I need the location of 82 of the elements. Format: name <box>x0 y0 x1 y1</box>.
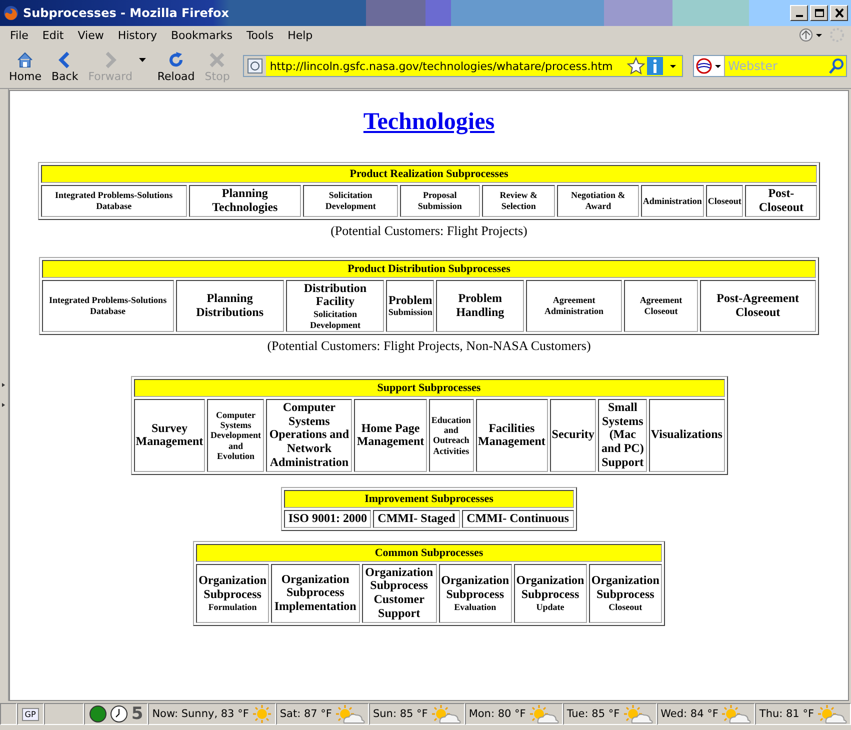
table-cell: Agreement Closeout <box>624 280 698 332</box>
table-cell: CMMI- Continuous <box>462 510 574 528</box>
table-cell: Survey Management <box>134 398 206 472</box>
table-cell: Negotiation & Award <box>557 185 639 217</box>
site-icon <box>246 58 263 74</box>
table-cell: Organization Subprocess Closeout <box>588 564 662 623</box>
table-cell: Problem Handling <box>436 280 524 332</box>
table-cell: Problem Submission <box>386 280 434 332</box>
count-label: 5 <box>131 704 144 724</box>
table-cell: Organization Subprocess Customer Support <box>362 564 437 623</box>
window-title: Subprocesses - Mozilla Firefox <box>23 6 230 20</box>
table-header: Product Realization Subprocesses <box>41 165 817 183</box>
sun-cloud-icon <box>430 704 461 724</box>
dropdown-arrow-icon[interactable] <box>139 58 146 62</box>
customers-note: (Potential Customers: Flight Projects, Non-NASA Customers) <box>267 338 591 354</box>
table-cell: Planning Technologies <box>188 185 302 217</box>
sun-cloud-icon <box>721 704 752 724</box>
table-cell: Post-Agreement Closeout <box>700 280 816 332</box>
table-header: Improvement Subprocesses <box>284 490 574 508</box>
status-dropdown-icon[interactable] <box>797 27 825 43</box>
table-cell: Distribution Facility Solicitation Development <box>286 280 384 332</box>
table-header: Product Distribution Subprocesses <box>42 260 816 278</box>
table-cell: Post-Closeout <box>745 185 817 217</box>
table-cell: Computer Systems Operations and Network Administration <box>266 398 352 472</box>
menu-item[interactable]: Bookmarks <box>164 28 238 42</box>
maximize-icon <box>814 8 824 18</box>
menu-item[interactable]: History <box>112 28 163 42</box>
reload-button[interactable]: Reload <box>152 50 200 82</box>
table-cell: Integrated Problems-Solutions Database <box>42 280 174 332</box>
gp-button[interactable]: GP <box>22 708 39 720</box>
back-button[interactable]: Back <box>46 50 84 82</box>
info-icon[interactable] <box>646 56 664 76</box>
close-icon <box>834 8 844 18</box>
table-cell: Organization Subprocess Evaluation <box>438 564 512 623</box>
table-cell: Integrated Problems-Solutions Database <box>41 185 187 217</box>
table-cell: Small Systems (Mac and PC) Support <box>598 398 647 472</box>
close-button[interactable] <box>830 5 848 21</box>
home-button[interactable]: Home <box>4 50 46 82</box>
table-cell: Visualizations <box>648 398 724 472</box>
table-header: Support Subprocesses <box>134 378 724 397</box>
address-field[interactable]: http://lincoln.gsfc.nasa.gov/technologies/whatare/process.htm <box>242 55 684 77</box>
table-cell: Education and Outreach Activities <box>428 398 474 472</box>
clock-icon[interactable] <box>110 705 128 723</box>
table-cell: Home Page Management <box>354 398 427 472</box>
menu-item[interactable]: Edit <box>36 28 70 42</box>
status-indicator-icon[interactable] <box>89 705 108 723</box>
table-cell: Proposal Submission <box>400 185 480 217</box>
table-cell: Administration <box>640 185 704 217</box>
table-cell: ISO 9001: 2000 <box>284 510 372 528</box>
table-cell: Review & Selection <box>482 185 556 217</box>
maximize-button[interactable] <box>810 5 828 21</box>
table-cell: Planning Distributions <box>176 280 284 332</box>
sun-cloud-icon <box>528 704 559 724</box>
table-cell: Solicitation Development <box>303 185 398 217</box>
star-icon[interactable] <box>626 56 646 76</box>
page-heading-link[interactable]: Technologies <box>363 109 495 136</box>
table-cell: Security <box>550 398 596 472</box>
sun-cloud-icon <box>622 704 653 724</box>
table-cell: Facilities Management <box>476 398 548 472</box>
table-cell: Agreement Administration <box>526 280 622 332</box>
sun-icon <box>252 704 272 724</box>
spinner-icon <box>827 27 847 43</box>
sun-cloud-icon <box>334 704 365 724</box>
minimize-button[interactable] <box>790 5 808 21</box>
menu-item[interactable]: View <box>72 28 110 42</box>
search-field[interactable]: Webster <box>725 59 828 73</box>
browser-logo-icon <box>3 5 19 21</box>
menu-item[interactable]: File <box>4 28 34 42</box>
table-cell: Organization Subprocess Implementation <box>271 564 360 623</box>
table-cell: Closeout <box>706 185 744 217</box>
menu-item[interactable]: Tools <box>240 28 280 42</box>
table-cell: Computer Systems Development and Evolution <box>207 398 264 472</box>
table-cell: CMMI- Staged <box>373 510 460 528</box>
search-bar[interactable]: Webster <box>693 55 847 77</box>
table-cell: Organization Subprocess Update <box>514 564 587 623</box>
minimize-icon <box>796 14 802 16</box>
customers-note: (Potential Customers: Flight Projects) <box>330 222 528 239</box>
table-header: Common Subprocesses <box>196 544 662 562</box>
table-cell: Organization Subprocess Formulation <box>196 564 270 623</box>
search-icon[interactable] <box>828 57 846 75</box>
sun-cloud-icon <box>817 704 847 724</box>
menu-item[interactable]: Help <box>282 28 319 42</box>
